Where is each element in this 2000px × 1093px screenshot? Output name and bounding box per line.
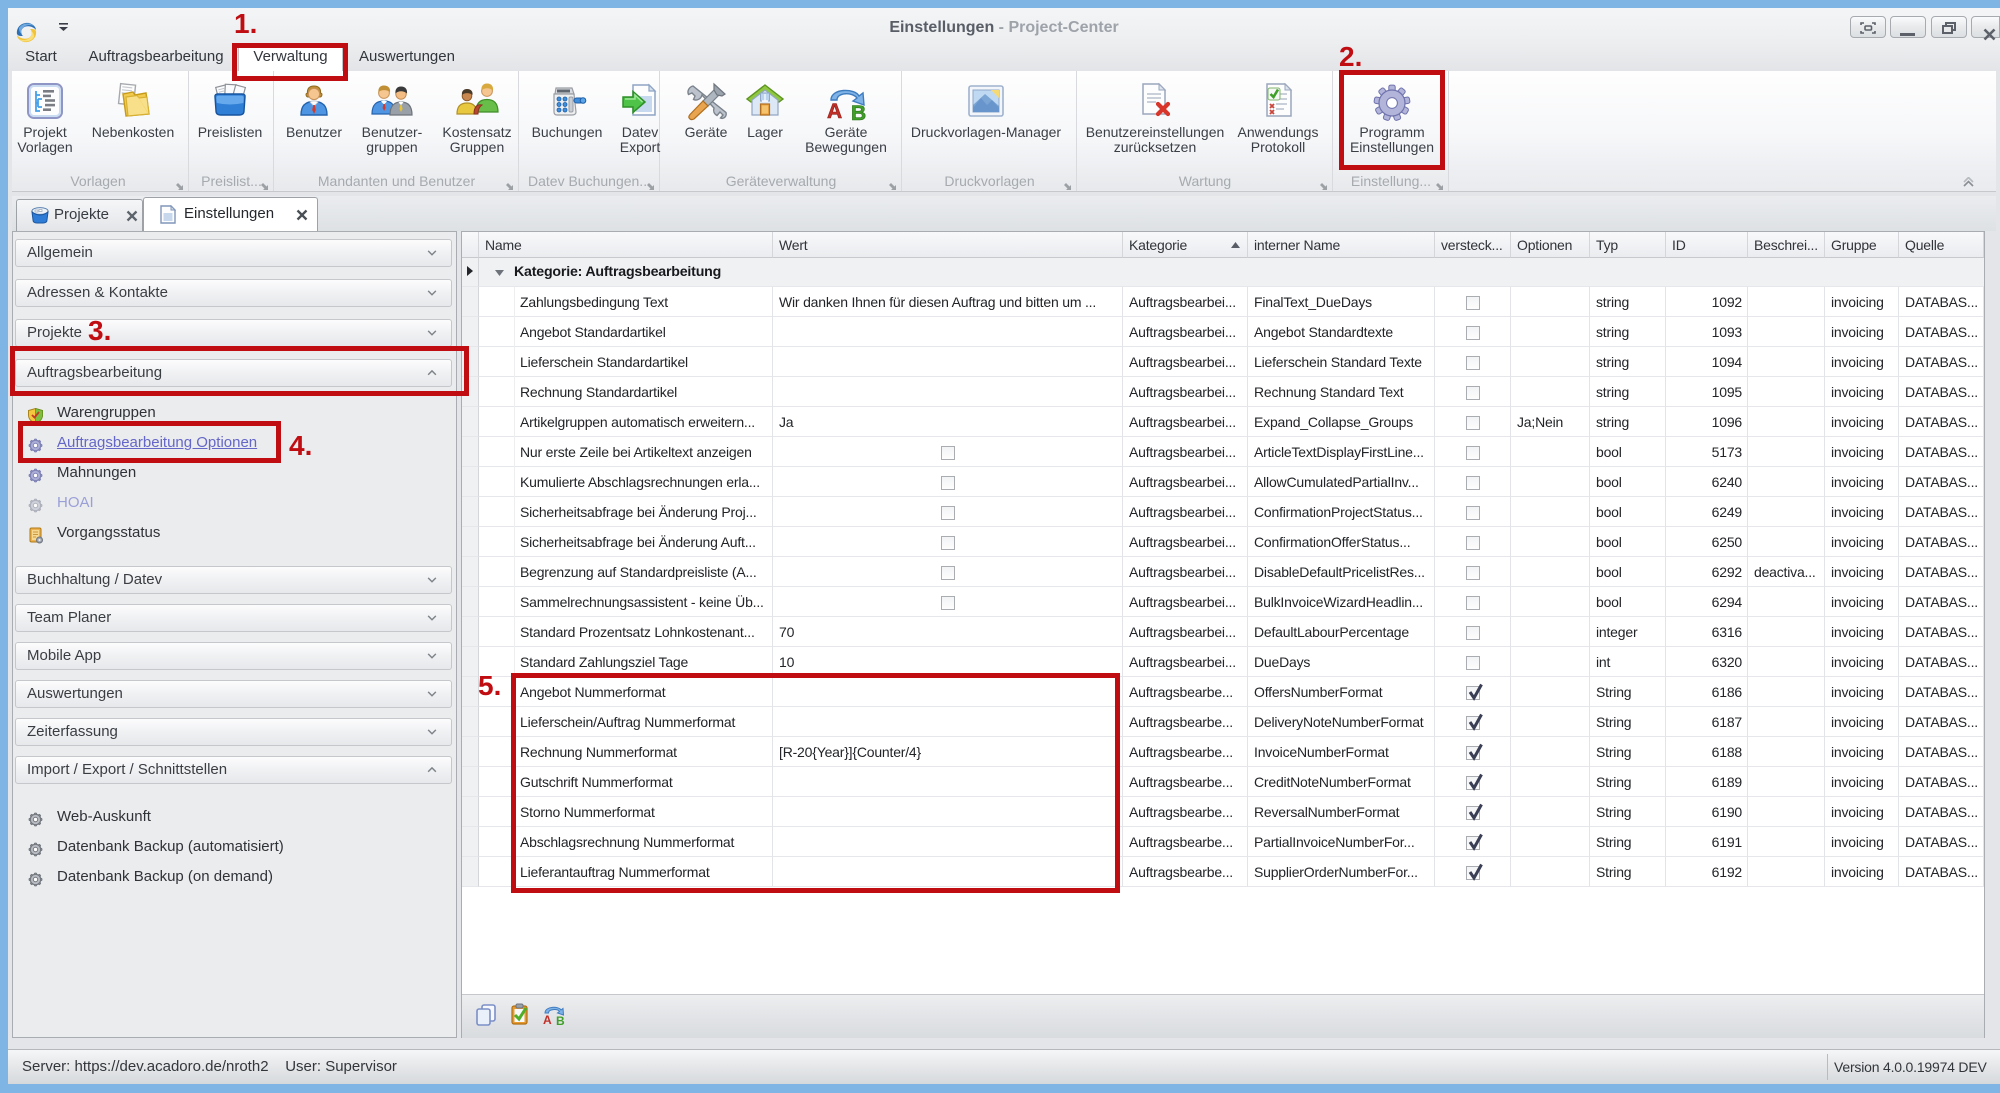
svg-text:A: A [827, 100, 842, 122]
svg-text:B: B [556, 1014, 565, 1026]
svg-text:B: B [851, 102, 866, 122]
svg-text:A: A [543, 1013, 552, 1026]
